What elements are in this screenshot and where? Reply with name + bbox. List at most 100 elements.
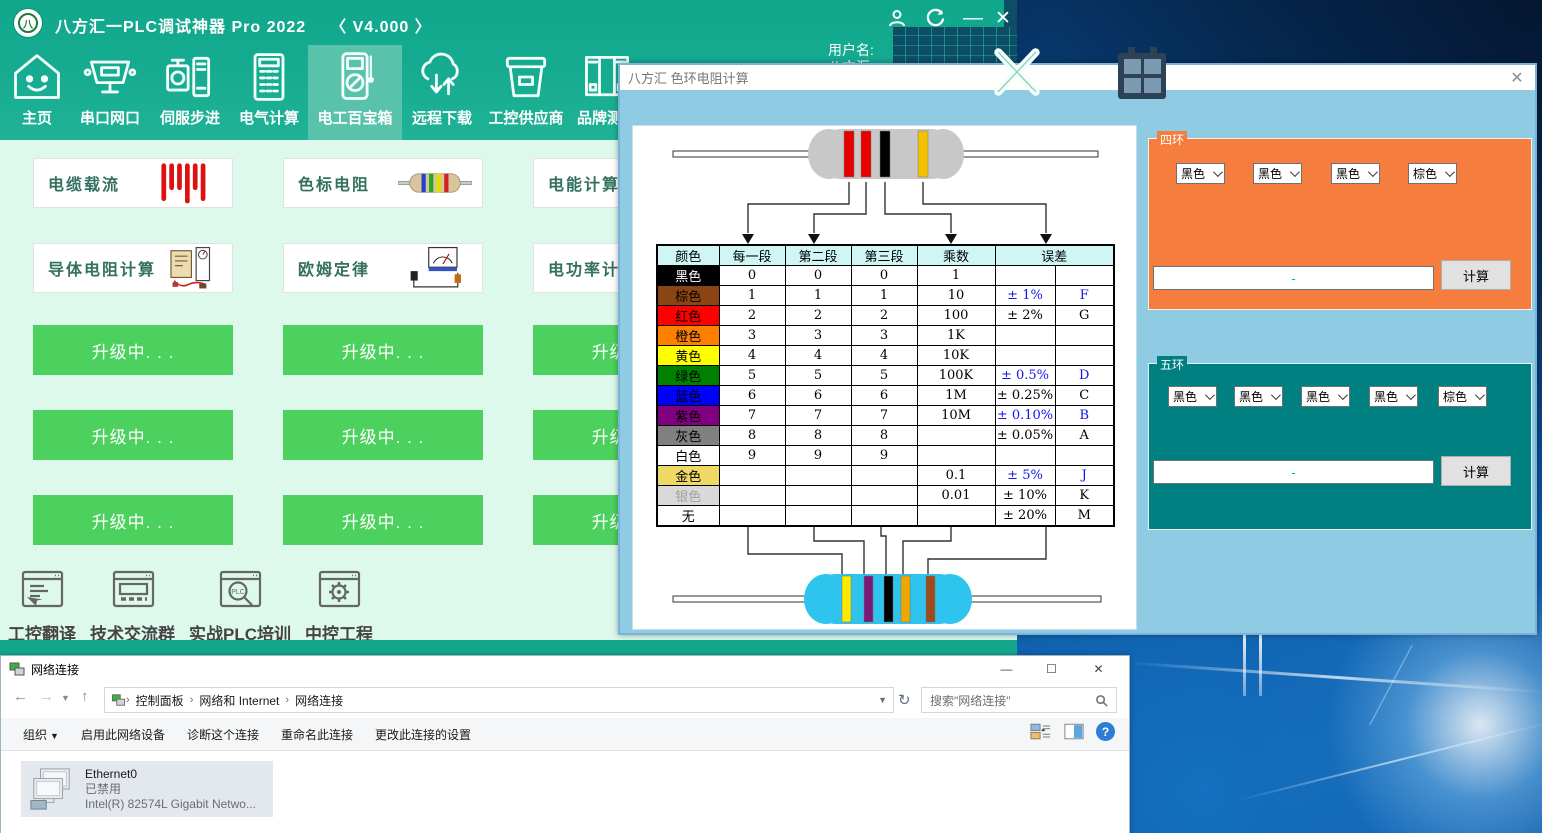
table-cell: ± 1% (995, 286, 1055, 306)
table-cell: 蓝色 (657, 386, 719, 406)
grid-window-icon[interactable] (1112, 45, 1172, 103)
four-ring-color-select-3[interactable]: 黑色 (1331, 163, 1380, 184)
main-toolbar: 主页串口网口伺服步进电气计算电工百宝箱远程下载工控供应商品牌测试 (4, 45, 644, 140)
ethernet-list-item[interactable]: Ethernet0 已禁用 Intel(R) 82574L Gigabit Ne… (21, 761, 273, 817)
address-chevron-icon[interactable]: ▼ (878, 695, 887, 705)
footer-link-实战PLC培训[interactable]: PLC实战PLC培训 (189, 568, 291, 645)
table-cell: 100 (917, 306, 995, 326)
toolbar-item-7[interactable]: 工控供应商 (482, 45, 570, 140)
table-cell: 棕色 (657, 286, 719, 306)
five-ring-result-field[interactable]: - (1153, 460, 1434, 484)
table-cell (851, 486, 917, 506)
chevron-down-icon (1205, 390, 1215, 400)
five-ring-color-select-1[interactable]: 黑色 (1168, 386, 1217, 407)
breadcrumb-item[interactable]: 网络连接 (295, 692, 343, 709)
five-ring-color-select-3[interactable]: 黑色 (1301, 386, 1350, 407)
feature-button-label: 电缆载流 (34, 171, 120, 195)
back-arrow-icon[interactable]: ← (13, 688, 28, 705)
forward-arrow-icon[interactable]: → (39, 688, 54, 705)
upgrade-button[interactable]: 升级中. . . (283, 410, 483, 460)
close-icon[interactable]: ✕ (990, 6, 1016, 30)
view-options-icon[interactable] (1030, 723, 1052, 740)
menu-item-4[interactable]: 重命名此连接 (281, 726, 353, 743)
chevron-down-icon (1290, 167, 1300, 177)
table-cell: 3 (719, 326, 785, 346)
search-icon (1095, 694, 1108, 707)
plc-training-icon: PLC (215, 568, 265, 619)
dialog-close-icon[interactable]: ✕ (1507, 68, 1527, 88)
help-icon[interactable]: ? (1096, 722, 1115, 741)
table-cell (917, 426, 995, 446)
user-icon[interactable] (884, 6, 910, 30)
table-header: 每一段 (719, 245, 785, 266)
group-window-icon (108, 568, 158, 619)
dialog-titlebar[interactable]: 八方汇 色环电阻计算 (620, 65, 1535, 90)
table-cell: ± 0.5% (995, 366, 1055, 386)
breadcrumb[interactable]: › 控制面板›网络和 Internet›网络连接 ▼ (104, 687, 894, 713)
network-close-icon[interactable]: ✕ (1076, 656, 1121, 682)
menu-item-5[interactable]: 更改此连接的设置 (375, 726, 471, 743)
table-cell: 0 (785, 266, 851, 286)
refresh-address-icon[interactable]: ↻ (898, 691, 911, 709)
menu-item-2[interactable]: 启用此网络设备 (81, 726, 165, 743)
feature-button-2[interactable]: 导体电阻计算 (33, 243, 233, 293)
ethernet-adapter-icon (29, 766, 75, 812)
five-ring-calc-button[interactable]: 计算 (1441, 456, 1511, 486)
four-ring-color-select-1[interactable]: 黑色 (1176, 163, 1225, 184)
feature-button-4[interactable]: 欧姆定律 (283, 243, 483, 293)
x-tool-icon[interactable] (986, 42, 1048, 102)
breadcrumb-item[interactable]: 控制面板 (136, 692, 184, 709)
footer-link-中控工程[interactable]: 中控工程 (305, 568, 373, 645)
five-ring-color-select-4[interactable]: 黑色 (1369, 386, 1418, 407)
multimeter-icon (327, 49, 383, 105)
upgrade-button[interactable]: 升级中. . . (33, 495, 233, 545)
upgrade-button[interactable]: 升级中. . . (283, 495, 483, 545)
five-ring-color-select-5[interactable]: 棕色 (1438, 386, 1487, 407)
search-placeholder: 搜索"网络连接" (930, 692, 1011, 709)
toolbar-item-2[interactable]: 串口网口 (70, 45, 150, 140)
footer-link-工控翻译[interactable]: 工控翻译 (8, 568, 76, 645)
table-cell: 10K (917, 346, 995, 366)
table-cell: 5 (719, 366, 785, 386)
four-ring-calc-button[interactable]: 计算 (1441, 260, 1511, 290)
home-icon (9, 49, 65, 105)
table-cell: 6 (851, 386, 917, 406)
breadcrumb-item[interactable]: 网络和 Internet (199, 692, 279, 709)
resistor-dialog: 八方汇 色环电阻计算 ✕ 颜色每一段第二段第三段乘数误差黑色0001棕色1111… (618, 63, 1537, 635)
menu-item-1[interactable]: 组织▼ (23, 726, 59, 743)
network-titlebar[interactable]: 网络连接 (1, 656, 1129, 682)
network-minimize-icon[interactable]: — (984, 656, 1029, 682)
table-cell: G (1055, 306, 1114, 326)
feature-button-1[interactable]: 电缆载流 (33, 158, 233, 208)
toolbar-item-label: 远程下载 (412, 107, 472, 128)
upgrade-button[interactable]: 升级中. . . (283, 325, 483, 375)
feature-button-3[interactable]: 色标电阻 (283, 158, 483, 208)
table-header: 乘数 (917, 245, 995, 266)
table-header: 误差 (995, 245, 1114, 266)
table-cell: 8 (785, 426, 851, 446)
toolbar-item-4[interactable]: 电气计算 (230, 45, 308, 140)
footer-link-技术交流群[interactable]: 技术交流群 (90, 568, 175, 645)
minimize-icon[interactable]: — (960, 6, 986, 30)
refresh-icon[interactable] (922, 6, 948, 30)
preview-pane-icon[interactable] (1064, 723, 1084, 740)
upgrade-button[interactable]: 升级中. . . (33, 410, 233, 460)
four-ring-color-select-4[interactable]: 棕色 (1408, 163, 1457, 184)
table-cell: 5 (851, 366, 917, 386)
toolbar-item-1[interactable]: 主页 (4, 45, 70, 140)
network-maximize-icon[interactable]: ☐ (1029, 656, 1074, 682)
menu-item-3[interactable]: 诊断这个连接 (187, 726, 259, 743)
toolbar-item-5[interactable]: 电工百宝箱 (308, 45, 402, 140)
search-input[interactable]: 搜索"网络连接" (921, 687, 1117, 713)
four-ring-color-select-2[interactable]: 黑色 (1253, 163, 1302, 184)
table-cell: F (1055, 286, 1114, 306)
toolbar-item-6[interactable]: 远程下载 (402, 45, 482, 140)
up-arrow-icon[interactable]: ↑ (81, 688, 89, 705)
upgrade-button[interactable]: 升级中. . . (33, 325, 233, 375)
four-ring-result-field[interactable]: - (1153, 266, 1434, 290)
table-cell: 9 (719, 446, 785, 466)
table-cell: 9 (851, 446, 917, 466)
history-chevron-icon[interactable]: ▼ (61, 693, 70, 703)
five-ring-color-select-2[interactable]: 黑色 (1234, 386, 1283, 407)
toolbar-item-3[interactable]: 伺服步进 (150, 45, 230, 140)
